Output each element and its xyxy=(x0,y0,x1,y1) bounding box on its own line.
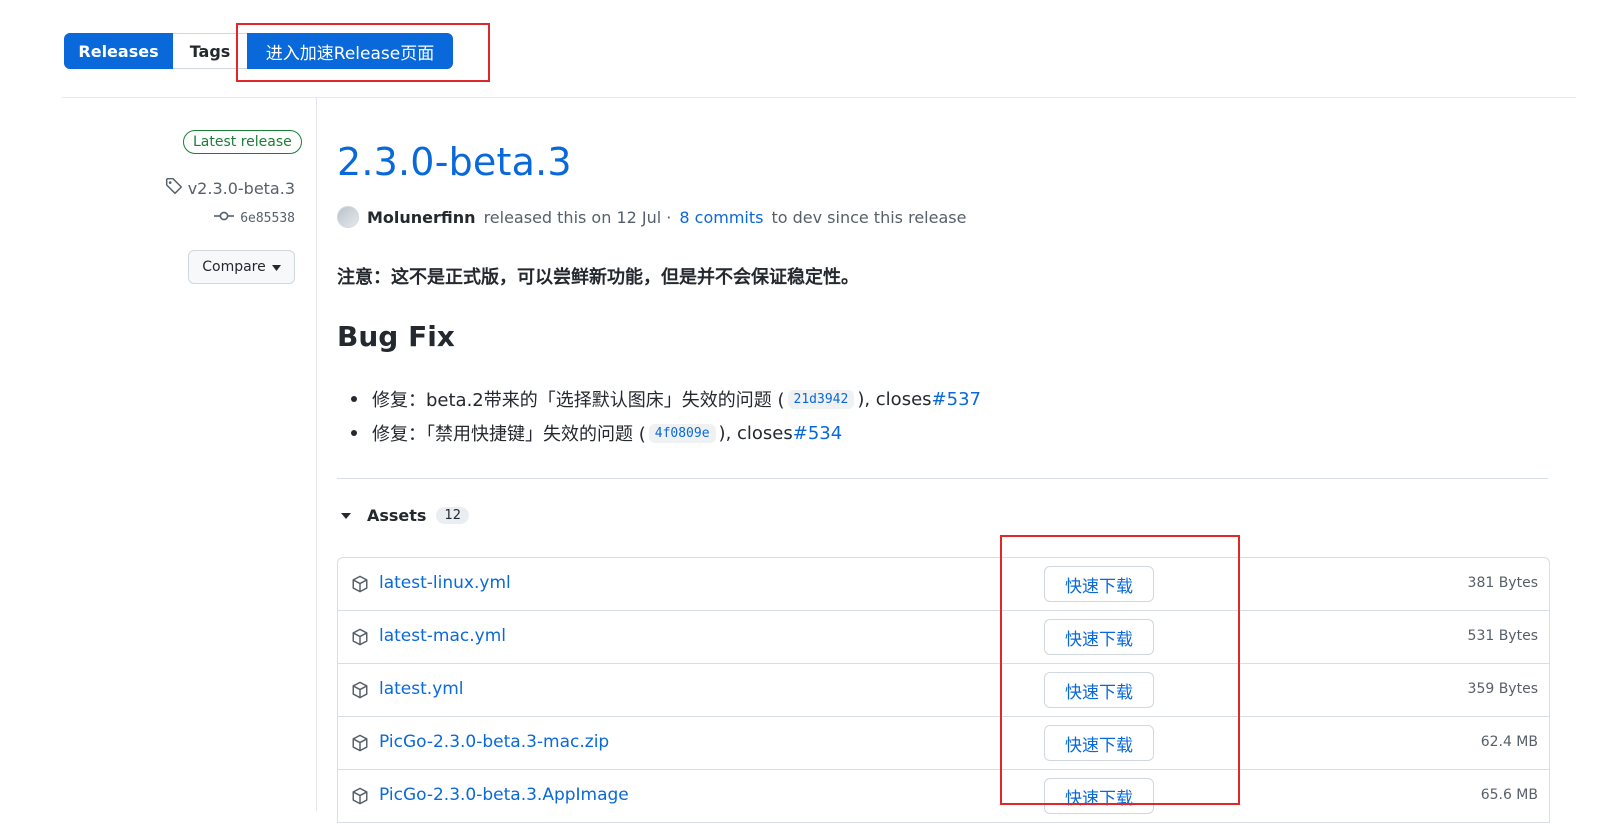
commit-icon xyxy=(214,210,235,226)
commit-sha-link[interactable]: 4f0809e xyxy=(648,423,716,443)
asset-size: 531 Bytes xyxy=(1467,628,1538,644)
release-meta: Molunerfinn released this on 12 Jul · 8 … xyxy=(337,206,966,228)
fix-closes: ), closes xyxy=(857,388,932,410)
assets-count-badge: 12 xyxy=(436,507,469,524)
asset-link[interactable]: latest-linux.yml xyxy=(379,573,511,593)
asset-link[interactable]: PicGo-2.3.0-beta.3-mac.zip xyxy=(379,732,609,752)
content-divider xyxy=(337,478,1548,479)
tag-link[interactable]: v2.3.0-beta.3 xyxy=(165,177,295,199)
compare-label: Compare xyxy=(202,259,266,275)
list-item: latest-linux.yml 快速下载 381 Bytes xyxy=(338,558,1549,611)
bugfix-heading: Bug Fix xyxy=(337,320,455,353)
triangle-down-icon xyxy=(341,512,351,519)
list-item: latest-mac.yml 快速下载 531 Bytes xyxy=(338,611,1549,664)
highlight-box-downloads xyxy=(1000,535,1240,805)
issue-link[interactable]: #534 xyxy=(793,423,842,444)
commits-link[interactable]: 8 commits xyxy=(679,208,763,227)
tag-name: v2.3.0-beta.3 xyxy=(187,178,295,198)
commit-link[interactable]: 6e85538 xyxy=(214,210,295,226)
asset-size: 359 Bytes xyxy=(1467,681,1538,697)
commit-sha-link[interactable]: 21d3942 xyxy=(787,389,855,409)
avatar[interactable] xyxy=(337,206,359,228)
release-title[interactable]: 2.3.0-beta.3 xyxy=(337,140,572,184)
issue-link[interactable]: #537 xyxy=(932,389,981,410)
commit-sha: 6e85538 xyxy=(240,210,295,226)
released-text: released this on 12 Jul · xyxy=(483,207,672,227)
assets-toggle[interactable]: Assets 12 xyxy=(341,506,469,525)
asset-size: 381 Bytes xyxy=(1467,575,1538,591)
latest-release-badge: Latest release xyxy=(183,130,302,154)
bugfix-list: 修复：beta.2带来的「选择默认图床」失效的问题 ( 21d3942 ), c… xyxy=(351,382,981,450)
fix-closes: ), closes xyxy=(718,422,793,444)
tab-releases[interactable]: Releases xyxy=(64,33,173,69)
assets-label: Assets xyxy=(367,506,427,525)
fix-text: 修复：「禁用快捷键」失效的问题 ( xyxy=(372,424,646,445)
to-dev-text: to dev since this release xyxy=(771,207,967,227)
package-icon xyxy=(352,628,368,646)
fix-text: 修复：beta.2带来的「选择默认图床」失效的问题 ( xyxy=(372,390,785,411)
author-link[interactable]: Molunerfinn xyxy=(367,208,476,227)
assets-list: latest-linux.yml 快速下载 381 Bytes latest-m… xyxy=(337,557,1550,823)
sidebar-divider xyxy=(316,98,317,811)
bullet-icon xyxy=(351,430,357,436)
list-item: latest.yml 快速下载 359 Bytes xyxy=(338,664,1549,717)
list-item: 修复：beta.2带来的「选择默认图床」失效的问题 ( 21d3942 ), c… xyxy=(351,382,981,416)
highlight-box-accelerate xyxy=(236,23,490,82)
package-icon xyxy=(352,681,368,699)
list-item: 修复：「禁用快捷键」失效的问题 ( 4f0809e ), closes #534 xyxy=(351,416,981,450)
top-divider xyxy=(62,97,1576,98)
package-icon xyxy=(352,734,368,752)
bullet-icon xyxy=(351,396,357,402)
compare-button[interactable]: Compare xyxy=(188,250,295,284)
caret-down-icon xyxy=(271,259,281,275)
list-item: PicGo-2.3.0-beta.3.AppImage 快速下载 65.6 MB xyxy=(338,770,1549,823)
asset-link[interactable]: latest-mac.yml xyxy=(379,626,506,646)
asset-link[interactable]: PicGo-2.3.0-beta.3.AppImage xyxy=(379,785,629,805)
package-icon xyxy=(352,787,368,805)
asset-link[interactable]: latest.yml xyxy=(379,679,464,699)
prerelease-notice: 注意：这不是正式版，可以尝鲜新功能，但是并不会保证稳定性。 xyxy=(337,267,859,288)
asset-size: 62.4 MB xyxy=(1480,734,1538,750)
asset-size: 65.6 MB xyxy=(1480,787,1538,803)
package-icon xyxy=(352,575,368,593)
tag-icon xyxy=(165,177,183,199)
list-item: PicGo-2.3.0-beta.3-mac.zip 快速下载 62.4 MB xyxy=(338,717,1549,770)
